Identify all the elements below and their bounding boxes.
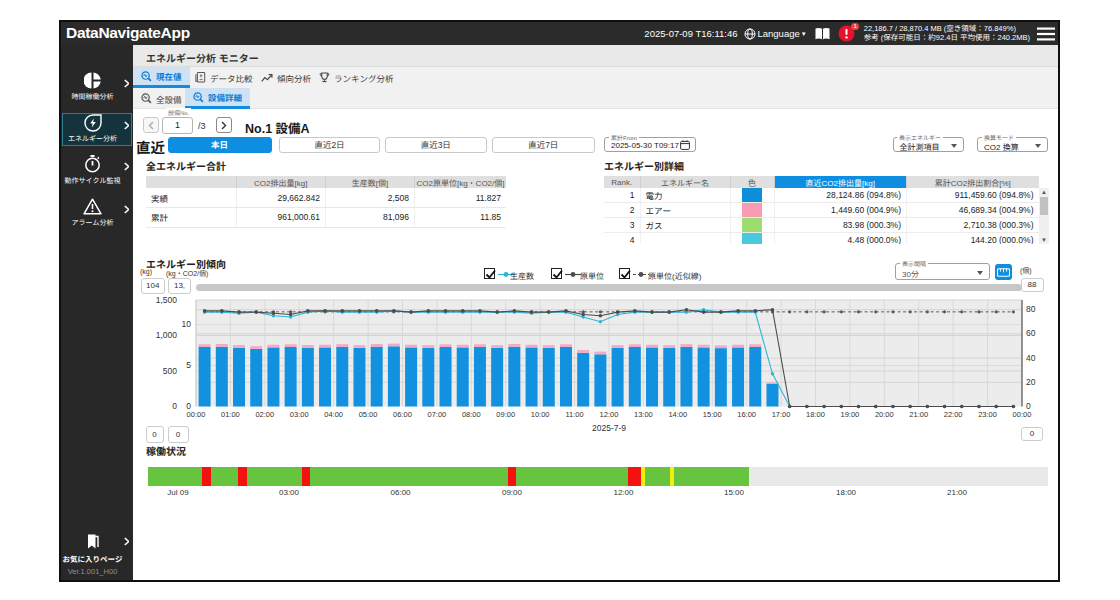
svg-text:16:00: 16:00	[737, 410, 756, 419]
svg-text:60: 60	[1026, 328, 1036, 338]
status-time-label: 21:00	[947, 488, 967, 497]
svg-text:12:00: 12:00	[600, 410, 619, 419]
svg-text:2025-7-9: 2025-7-9	[592, 423, 626, 433]
status-time-label: 18:00	[836, 488, 856, 497]
svg-text:1,500: 1,500	[156, 295, 178, 305]
svg-text:22:00: 22:00	[944, 410, 963, 419]
svg-text:11:00: 11:00	[565, 410, 583, 419]
svg-text:02:00: 02:00	[255, 410, 274, 419]
svg-text:17:00: 17:00	[772, 410, 791, 419]
svg-text:40: 40	[1026, 353, 1036, 363]
app-window: DataNavigateApp 2025-07-09 T16:11:46 Lan…	[59, 20, 1060, 582]
svg-text:07:00: 07:00	[428, 410, 447, 419]
status-time-label: 06:00	[391, 488, 411, 497]
svg-text:18:00: 18:00	[806, 410, 825, 419]
svg-text:13:00: 13:00	[634, 410, 653, 419]
status-time-label: 15:00	[724, 488, 744, 497]
status-time-label: 12:00	[613, 488, 633, 497]
svg-text:0: 0	[1026, 401, 1031, 411]
svg-text:15:00: 15:00	[703, 410, 722, 419]
status-segment-warn	[670, 467, 674, 486]
svg-text:01:00: 01:00	[221, 410, 240, 419]
svg-text:06:00: 06:00	[393, 410, 412, 419]
svg-text:09:00: 09:00	[496, 410, 515, 419]
status-segment-warn	[641, 467, 645, 486]
status-time-label: Jul 09	[167, 488, 188, 497]
axis-min-kg-input[interactable]: 0	[146, 426, 164, 443]
status-segment-stop	[628, 467, 642, 486]
svg-text:08:00: 08:00	[462, 410, 481, 419]
svg-text:20:00: 20:00	[875, 410, 894, 419]
svg-text:0: 0	[186, 401, 191, 411]
svg-text:21:00: 21:00	[909, 410, 928, 419]
svg-text:10:00: 10:00	[531, 410, 550, 419]
status-segment-stop	[238, 467, 248, 486]
status-segment-stop	[302, 467, 309, 486]
svg-text:14:00: 14:00	[668, 410, 687, 419]
status-segment-off	[749, 467, 1048, 486]
svg-text:500: 500	[163, 366, 177, 376]
axis-min-co2-input[interactable]: 0	[168, 426, 189, 443]
svg-text:05:00: 05:00	[359, 410, 378, 419]
operating-status-bar	[148, 467, 1048, 486]
svg-text:1,000: 1,000	[156, 330, 178, 340]
svg-text:20: 20	[1026, 377, 1036, 387]
energy-trend-chart: 00:0001:0002:0003:0004:0005:0006:0007:00…	[61, 22, 1058, 452]
svg-text:10: 10	[182, 319, 192, 329]
svg-text:0: 0	[172, 401, 177, 411]
status-time-label: 09:00	[502, 488, 522, 497]
status-time-label: 03:00	[279, 488, 299, 497]
operating-status-title: 稼働状況	[146, 443, 186, 458]
svg-text:03:00: 03:00	[290, 410, 309, 419]
status-segment-stop	[202, 467, 210, 486]
svg-text:5: 5	[186, 360, 191, 370]
svg-text:23:00: 23:00	[978, 410, 997, 419]
svg-text:04:00: 04:00	[324, 410, 343, 419]
main-content: エネルギー分析 モニター 現在値 データ比較 傾向分析 ランキング分析	[61, 22, 1058, 580]
svg-text:80: 80	[1026, 304, 1036, 314]
svg-text:19:00: 19:00	[841, 410, 860, 419]
status-segment-stop	[508, 467, 515, 486]
axis-min-ko-input[interactable]: 0	[1021, 427, 1043, 441]
